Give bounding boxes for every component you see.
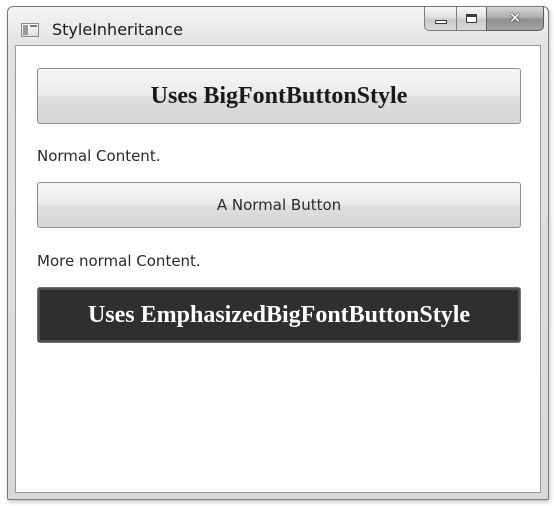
close-icon: ✕ (508, 9, 522, 27)
window-content: Uses BigFontButtonStyle Normal Content. … (15, 45, 541, 493)
minimize-icon (434, 20, 447, 24)
window-title: StyleInheritance (52, 20, 183, 39)
normal-content-text: Normal Content. (37, 147, 161, 165)
maximize-icon (466, 14, 477, 23)
normal-button[interactable]: A Normal Button (37, 182, 521, 228)
title-bar[interactable]: StyleInheritance ✕ (8, 7, 548, 45)
app-window: StyleInheritance ✕ Uses BigFontButtonSty… (7, 6, 549, 500)
big-font-style-button[interactable]: Uses BigFontButtonStyle (37, 68, 521, 124)
window-app-icon[interactable] (21, 23, 39, 37)
caption-buttons: ✕ (424, 7, 544, 31)
more-normal-content-text: More normal Content. (37, 252, 201, 270)
emphasized-big-font-style-button[interactable]: Uses EmphasizedBigFontButtonStyle (37, 287, 521, 343)
minimize-button[interactable] (424, 7, 456, 31)
close-button[interactable]: ✕ (486, 7, 544, 31)
maximize-button[interactable] (456, 7, 486, 31)
